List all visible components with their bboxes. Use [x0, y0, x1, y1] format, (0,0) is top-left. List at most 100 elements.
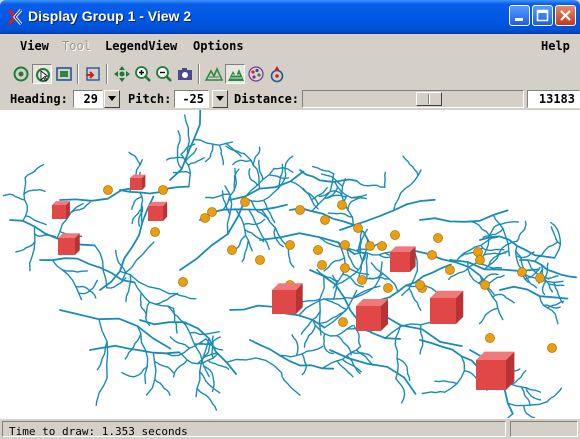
- view-extents-button[interactable]: [54, 64, 74, 84]
- minimize-icon: [515, 18, 523, 21]
- point-marker: [320, 215, 330, 225]
- menu-legendview[interactable]: LegendView: [105, 39, 177, 53]
- stream-line: [28, 225, 36, 272]
- distance-slider-thumb[interactable]: [416, 92, 442, 106]
- stream-line: [284, 155, 294, 179]
- surface-button[interactable]: [225, 64, 245, 84]
- minimize-button[interactable]: [509, 5, 530, 26]
- point-marker: [365, 241, 375, 251]
- chevron-down-icon: [108, 96, 116, 101]
- menu-view[interactable]: View: [20, 39, 49, 53]
- stream-line: [279, 345, 324, 358]
- stream-line: [402, 155, 419, 177]
- stream-line: [273, 166, 294, 173]
- stream-line: [211, 335, 214, 359]
- color-palette-button[interactable]: [246, 64, 266, 84]
- status-text: Time to draw: 1.353 seconds: [9, 425, 188, 438]
- stream-line: [347, 197, 367, 211]
- point-marker: [200, 213, 210, 223]
- stream-line: [483, 240, 518, 270]
- pitch-dropdown-button[interactable]: [212, 90, 228, 108]
- status-pane: Time to draw: 1.353 seconds: [2, 421, 506, 438]
- stream-line: [70, 201, 92, 213]
- window-title: Display Group 1 - View 2: [28, 8, 192, 24]
- point-marker: [357, 275, 367, 285]
- point-marker: [473, 247, 483, 257]
- viewpoint-button[interactable]: [267, 64, 287, 84]
- stream-line: [121, 241, 155, 281]
- add-layer-button[interactable]: [83, 64, 103, 84]
- title-bar[interactable]: Display Group 1 - View 2: [0, 0, 580, 34]
- stream-line: [249, 339, 335, 370]
- point-marker: [475, 255, 485, 265]
- stream-line: [205, 193, 231, 199]
- stream-line: [365, 252, 369, 279]
- stream-line: [199, 370, 221, 394]
- app-window: Display Group 1 - View 2 View Tool Legen…: [0, 0, 580, 439]
- gadget-tool-button[interactable]: [11, 64, 31, 84]
- cube-marker: [430, 290, 464, 324]
- snapshot-icon: [178, 68, 192, 80]
- point-marker: [158, 185, 168, 195]
- stream-line: [434, 380, 458, 385]
- select-tool-button[interactable]: [32, 64, 52, 84]
- stream-line: [121, 366, 148, 378]
- stream-line: [15, 240, 36, 253]
- stream-line: [444, 355, 466, 393]
- 3d-view-canvas[interactable]: [0, 110, 580, 418]
- pitch-input[interactable]: -25: [174, 90, 209, 108]
- point-marker: [340, 240, 350, 250]
- point-marker: [103, 185, 113, 195]
- stream-line: [96, 341, 108, 371]
- point-marker: [353, 223, 363, 233]
- distance-slider[interactable]: [302, 90, 524, 108]
- toolbar-separator: [198, 64, 200, 84]
- heading-dropdown-button[interactable]: [104, 90, 120, 108]
- stream-line: [243, 152, 261, 190]
- heading-input[interactable]: 29: [73, 90, 103, 108]
- point-marker: [433, 233, 443, 243]
- chevron-down-icon: [216, 96, 224, 101]
- stream-line: [421, 390, 446, 395]
- point-marker: [317, 260, 327, 270]
- stream-line: [539, 295, 559, 325]
- close-icon: [560, 10, 571, 21]
- stream-line: [478, 307, 499, 325]
- stream-line: [311, 165, 335, 175]
- snapshot-button[interactable]: [175, 64, 195, 84]
- stream-line: [204, 143, 214, 163]
- menu-help[interactable]: Help: [541, 39, 570, 53]
- zoom-out-button[interactable]: [154, 64, 174, 84]
- stream-line: [323, 298, 347, 311]
- distance-label: Distance:: [234, 92, 300, 106]
- point-marker: [535, 273, 545, 283]
- stream-line: [241, 239, 250, 263]
- point-marker: [445, 265, 455, 275]
- toolbar-separator: [106, 64, 108, 84]
- stream-line: [23, 188, 46, 195]
- menu-options[interactable]: Options: [193, 39, 244, 53]
- viewpoint-icon: [270, 66, 284, 83]
- cube-marker: [272, 283, 303, 314]
- stream-line: [394, 324, 402, 380]
- point-marker: [427, 250, 437, 260]
- stream-line: [548, 283, 565, 287]
- stream-line: [153, 360, 175, 374]
- close-button[interactable]: [555, 5, 576, 26]
- terrain-button[interactable]: [204, 64, 224, 84]
- cube-marker: [58, 233, 80, 255]
- distance-input[interactable]: 13183: [527, 90, 580, 108]
- toolbar-separator: [77, 64, 79, 84]
- pitch-label: Pitch:: [128, 92, 172, 106]
- stream-line: [2, 193, 26, 201]
- surface-icon: [228, 69, 244, 81]
- zoom-in-button[interactable]: [133, 64, 153, 84]
- point-marker: [415, 280, 425, 290]
- add-layer-icon: [86, 67, 100, 81]
- stream-line: [336, 360, 354, 378]
- pan-button[interactable]: [112, 64, 132, 84]
- app-x-icon[interactable]: [6, 8, 24, 26]
- menu-tool[interactable]: Tool: [62, 39, 91, 53]
- gadget-tool-icon: [13, 66, 29, 82]
- maximize-button[interactable]: [532, 5, 553, 26]
